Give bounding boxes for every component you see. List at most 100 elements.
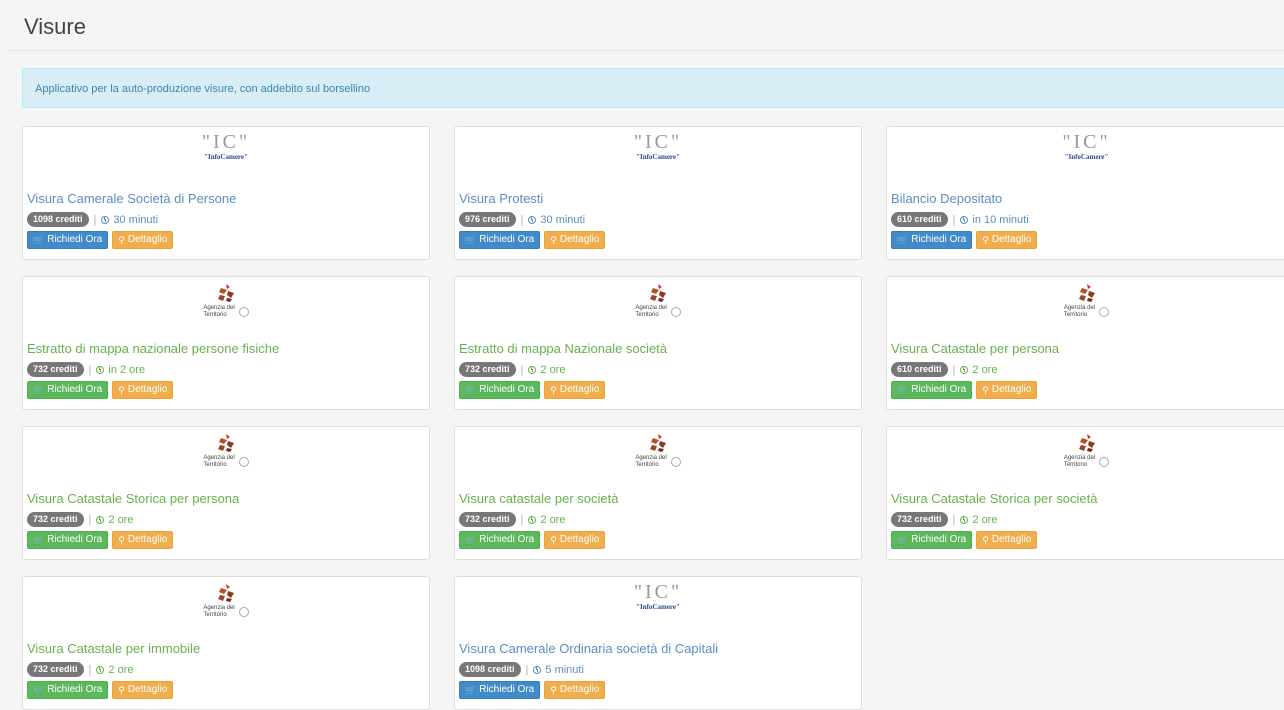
clock-icon (960, 215, 969, 224)
card-title[interactable]: Visura Protesti (459, 191, 543, 206)
page-title: Visure (24, 14, 86, 39)
card-actions: 🛒 Richiedi Ora ⚲ Dettaglio (27, 681, 174, 699)
agenzia-line2: Territorio (1063, 461, 1088, 468)
request-button[interactable]: 🛒 Richiedi Ora (459, 381, 541, 399)
card-title[interactable]: Visura Camerale Ordinaria società di Cap… (459, 641, 718, 656)
emblem-icon (238, 306, 249, 317)
detail-button-label: Dettaglio (991, 534, 1032, 545)
detail-button[interactable]: ⚲ Dettaglio (976, 381, 1038, 399)
request-button-label: Richiedi Ora (47, 684, 103, 695)
card-title[interactable]: Visura Catastale Storica per persona (27, 491, 239, 506)
clock-icon (528, 515, 537, 524)
meta-separator: | (93, 213, 97, 226)
card-actions: 🛒 Richiedi Ora ⚲ Dettaglio (459, 231, 606, 249)
detail-button[interactable]: ⚲ Dettaglio (544, 531, 606, 549)
card-actions: 🛒 Richiedi Ora ⚲ Dettaglio (27, 231, 174, 249)
clock-icon (96, 365, 105, 374)
request-button-label: Richiedi Ora (47, 384, 103, 395)
detail-button-label: Dettaglio (559, 384, 600, 395)
detail-button[interactable]: ⚲ Dettaglio (544, 231, 606, 249)
request-button[interactable]: 🛒 Richiedi Ora (891, 381, 973, 399)
agenzia-line2: Territorio (203, 611, 227, 618)
clock-icon (96, 515, 105, 524)
agenzia-line1: Agenzia del (635, 304, 667, 311)
card-title[interactable]: Visura Catastale per immobile (27, 641, 200, 656)
request-button[interactable]: 🛒 Richiedi Ora (27, 381, 109, 399)
card-title[interactable]: Bilancio Depositato (891, 191, 1002, 206)
emblem-icon (670, 456, 681, 467)
search-icon: ⚲ (550, 535, 557, 545)
detail-button[interactable]: ⚲ Dettaglio (112, 231, 174, 249)
card-title[interactable]: Estratto di mappa Nazionale società (459, 341, 667, 356)
product-card: "IC" "InfoCamere" Visura Protesti 976 cre… (454, 126, 862, 260)
infocamere-mark: "IC" (633, 581, 683, 603)
meta-separator: | (88, 363, 92, 376)
request-button-label: Richiedi Ora (479, 684, 535, 695)
detail-button[interactable]: ⚲ Dettaglio (544, 381, 606, 399)
agenzia-line1: Agenzia del (203, 304, 235, 311)
agenzia-line2: Territorio (1063, 311, 1088, 318)
card-meta: 732 crediti | 2 ore (27, 662, 133, 677)
agenzia-text: Agenzia del Territorio (203, 605, 234, 619)
clock-icon (960, 365, 969, 374)
request-button[interactable]: 🛒 Richiedi Ora (27, 231, 109, 249)
meta-separator: | (952, 363, 956, 376)
search-icon: ⚲ (982, 385, 989, 395)
duration-text: 2 ore (972, 363, 998, 376)
request-button[interactable]: 🛒 Richiedi Ora (891, 531, 973, 549)
agenzia-line2: Territorio (635, 461, 659, 468)
agenzia-text: Agenzia del Territorio (203, 455, 234, 469)
duration-text: 2 ore (972, 513, 998, 526)
cart-icon: 🛒 (897, 385, 909, 395)
duration-text: 5 minuti (545, 663, 584, 676)
request-button-label: Richiedi Ora (911, 234, 967, 245)
agenzia-line1: Agenzia del (635, 454, 667, 461)
request-button[interactable]: 🛒 Richiedi Ora (27, 531, 109, 549)
card-title[interactable]: Visura catastale per società (459, 491, 618, 506)
infocamere-mark: "IC" (201, 131, 251, 153)
request-button[interactable]: 🛒 Richiedi Ora (459, 231, 541, 249)
product-card: Agenzia del Territorio Visura Catastale S… (886, 426, 1284, 560)
request-button-label: Richiedi Ora (911, 534, 967, 545)
request-button-label: Richiedi Ora (479, 384, 535, 395)
agenzia-line1: Agenzia del (1063, 454, 1096, 461)
agenzia-line2: Territorio (635, 311, 659, 318)
request-button[interactable]: 🛒 Richiedi Ora (27, 681, 109, 699)
detail-button[interactable]: ⚲ Dettaglio (544, 681, 606, 699)
card-meta: 1098 crediti | 30 minuti (27, 212, 158, 227)
detail-button[interactable]: ⚲ Dettaglio (112, 381, 174, 399)
detail-button[interactable]: ⚲ Dettaglio (112, 681, 174, 699)
detail-button-label: Dettaglio (127, 534, 168, 545)
infocamere-wordmark: "InfoCamere" (204, 153, 248, 161)
card-actions: 🛒 Richiedi Ora ⚲ Dettaglio (459, 381, 606, 399)
card-meta: 610 crediti | 2 ore (891, 362, 997, 377)
card-title[interactable]: Visura Camerale Società di Persone (27, 191, 236, 206)
card-actions: 🛒 Richiedi Ora ⚲ Dettaglio (459, 681, 606, 699)
emblem-icon (670, 306, 681, 317)
clock-icon (960, 515, 969, 524)
request-button-label: Richiedi Ora (47, 234, 103, 245)
detail-button[interactable]: ⚲ Dettaglio (976, 231, 1038, 249)
meta-separator: | (525, 663, 529, 676)
meta-separator: | (88, 513, 92, 526)
infocamere-wordmark: "InfoCamere" (1064, 153, 1109, 161)
detail-button[interactable]: ⚲ Dettaglio (976, 531, 1038, 549)
clock-icon (533, 665, 542, 674)
meta-separator: | (88, 663, 92, 676)
duration-text: 2 ore (540, 363, 566, 376)
infocamere-mark: "IC" (633, 131, 683, 153)
card-title[interactable]: Visura Catastale Storica per società (891, 491, 1097, 506)
detail-button[interactable]: ⚲ Dettaglio (112, 531, 174, 549)
agenzia-line2: Territorio (203, 461, 227, 468)
agenzia-territorio-logo: Agenzia del Territorio (455, 283, 861, 321)
request-button[interactable]: 🛒 Richiedi Ora (459, 531, 541, 549)
request-button[interactable]: 🛒 Richiedi Ora (459, 681, 541, 699)
search-icon: ⚲ (118, 535, 125, 545)
request-button[interactable]: 🛒 Richiedi Ora (891, 231, 973, 249)
detail-button-label: Dettaglio (991, 234, 1032, 245)
card-title[interactable]: Visura Catastale per persona (891, 341, 1059, 356)
card-title[interactable]: Estratto di mappa nazionale persone fisi… (27, 341, 279, 356)
card-meta: 732 crediti | 2 ore (891, 512, 997, 527)
clock-icon (528, 215, 537, 224)
infocamere-logo: "IC" "InfoCamere" (455, 581, 861, 611)
